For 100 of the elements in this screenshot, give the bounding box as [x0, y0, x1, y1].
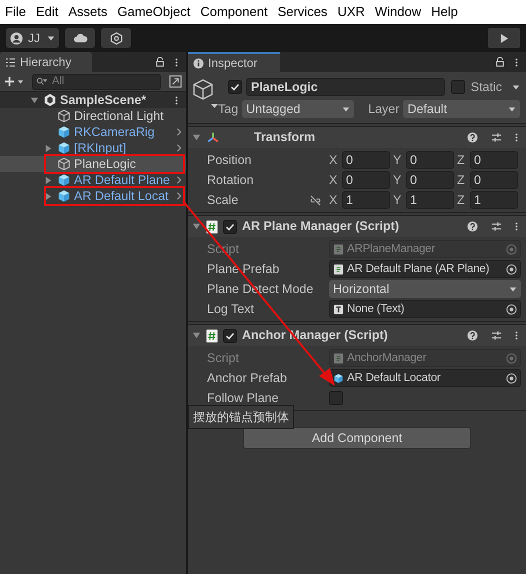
add-component-button[interactable]: Add Component	[243, 427, 471, 449]
script-icon	[206, 328, 218, 342]
enabled-checkbox[interactable]	[223, 220, 237, 234]
cloud-button[interactable]	[65, 28, 95, 48]
hierarchy-tab[interactable]: Hierarchy	[0, 52, 92, 72]
expand-icon[interactable]	[169, 75, 182, 88]
script-icon	[333, 244, 344, 254]
caret-icon	[342, 106, 350, 112]
cube-icon	[57, 109, 71, 123]
field-label: Script	[207, 350, 240, 367]
more-icon[interactable]	[175, 94, 178, 106]
play-icon	[500, 32, 508, 44]
enabled-checkbox[interactable]	[223, 328, 237, 342]
menu-item[interactable]: Assets	[68, 2, 108, 22]
menu-item[interactable]: UXR	[337, 2, 365, 22]
number-field[interactable]: 0	[342, 171, 390, 189]
number-field[interactable]: 0	[406, 151, 454, 169]
script-icon	[333, 352, 344, 364]
number-field[interactable]: 0	[342, 151, 390, 169]
presets-icon[interactable]	[491, 221, 502, 232]
object-picker-icon[interactable]	[506, 264, 517, 274]
unlink-icon[interactable]	[309, 194, 322, 206]
number-field[interactable]: 0	[470, 171, 518, 189]
hierarchy-item[interactable]: RKCameraRig	[0, 124, 186, 140]
expand-arrow-icon[interactable]	[44, 176, 53, 184]
object-picker-icon[interactable]	[506, 304, 517, 314]
menu-item[interactable]: GameObject	[117, 2, 190, 22]
collapse-arrow-icon[interactable]	[192, 133, 201, 142]
axis-label: Z	[457, 172, 466, 189]
collapse-arrow-icon[interactable]	[30, 96, 39, 104]
object-field[interactable]: AR Default Locator	[329, 369, 521, 387]
lock-icon[interactable]	[155, 57, 165, 67]
hierarchy-item[interactable]: AR Default Plane	[0, 172, 186, 188]
account-icon	[10, 32, 23, 44]
more-icon[interactable]	[515, 132, 518, 143]
lock-icon[interactable]	[495, 57, 505, 67]
checkbox[interactable]	[329, 391, 343, 405]
hierarchy-item[interactable]: [RKInput]	[0, 140, 186, 156]
info-icon	[193, 58, 204, 68]
caret-icon[interactable]	[512, 84, 520, 90]
hierarchy-item[interactable]: PlaneLogic	[0, 156, 186, 172]
static-checkbox[interactable]	[450, 80, 465, 94]
caret-icon	[47, 36, 55, 40]
hierarchy-item[interactable]: Directional Light	[0, 108, 186, 124]
presets-icon[interactable]	[491, 330, 502, 341]
hexagon-icon	[110, 32, 122, 44]
script-icon	[333, 264, 344, 274]
more-icon[interactable]	[515, 330, 518, 341]
axis-label: Y	[393, 192, 402, 209]
help-icon[interactable]	[467, 221, 478, 232]
more-icon[interactable]	[175, 56, 178, 68]
script-icon	[206, 220, 218, 234]
cube-icon	[57, 189, 71, 203]
menu-item[interactable]: Help	[431, 2, 458, 22]
more-icon[interactable]	[515, 56, 518, 68]
component-header[interactable]: Transform	[188, 126, 526, 148]
object-field[interactable]: None (Text)	[329, 300, 521, 318]
hierarchy-item[interactable]: AR Default Locat	[0, 188, 186, 204]
help-icon[interactable]	[467, 330, 478, 341]
object-picker-icon[interactable]	[506, 372, 517, 384]
menu-item[interactable]: Edit	[36, 2, 58, 22]
account-button[interactable]: JJ	[6, 28, 59, 48]
menu-item[interactable]: Component	[200, 2, 268, 22]
number-field[interactable]: 1	[470, 191, 518, 209]
expand-arrow-icon[interactable]	[44, 192, 53, 200]
more-icon[interactable]	[515, 221, 518, 232]
component-header[interactable]: AR Plane Manager (Script)	[188, 215, 526, 237]
field-label: Log Text	[207, 300, 256, 318]
number-field[interactable]: 0	[406, 171, 454, 189]
cube-icon	[57, 173, 71, 187]
create-button[interactable]	[4, 76, 24, 87]
cube-icon	[57, 125, 71, 139]
tag-dropdown[interactable]: Untagged	[242, 100, 354, 118]
services-button[interactable]	[101, 28, 131, 48]
inspector-tab[interactable]: Inspector	[188, 52, 280, 72]
axis-label: Z	[457, 192, 466, 209]
help-icon[interactable]	[467, 132, 478, 143]
menu-item[interactable]: Services	[278, 2, 328, 22]
play-button[interactable]	[488, 28, 520, 48]
number-field[interactable]: 1	[342, 191, 390, 209]
collapse-arrow-icon[interactable]	[192, 222, 201, 231]
hierarchy-item[interactable]: SampleScene*	[0, 92, 186, 108]
expand-arrow-icon[interactable]	[44, 144, 53, 152]
mode-dropdown[interactable]: Horizontal	[329, 280, 521, 298]
layer-dropdown[interactable]: Default	[403, 100, 520, 118]
axis-label: Y	[393, 172, 402, 189]
number-field[interactable]: 1	[406, 191, 454, 209]
menu-item[interactable]: File	[5, 2, 26, 22]
object-field[interactable]: AR Default Plane (AR Plane)	[329, 260, 521, 278]
gameobject-icon[interactable]	[192, 78, 220, 110]
field-label: Anchor Prefab	[207, 370, 288, 387]
active-checkbox[interactable]	[228, 80, 242, 94]
collapse-arrow-icon[interactable]	[192, 331, 201, 340]
number-field[interactable]: 0	[470, 151, 518, 169]
cube-icon	[333, 372, 344, 384]
presets-icon[interactable]	[491, 132, 502, 143]
name-field[interactable]: PlaneLogic	[246, 78, 445, 96]
menu-item[interactable]: Window	[374, 2, 422, 22]
field-label: Rotation	[207, 172, 255, 189]
field-label: Position	[207, 152, 252, 169]
